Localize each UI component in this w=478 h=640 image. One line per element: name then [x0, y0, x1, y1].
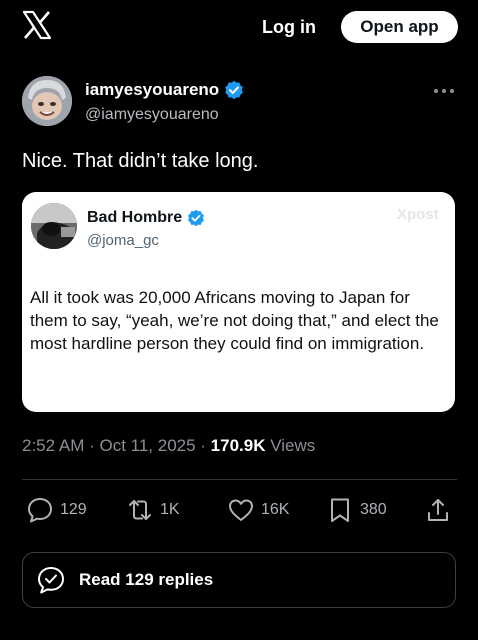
author-handle[interactable]: @iamyesyouareno [85, 106, 219, 124]
verified-badge-icon [225, 80, 243, 100]
heart-icon [229, 499, 253, 521]
repost-icon [129, 500, 151, 520]
bookmark-count: 380 [360, 501, 387, 518]
author-avatar[interactable] [22, 76, 72, 126]
quoted-author-avatar[interactable] [31, 203, 77, 249]
like-count: 16K [261, 501, 290, 518]
post-timestamp[interactable]: 2:52 AM · Oct 11, 2025 · [22, 436, 211, 455]
reply-count: 129 [60, 501, 87, 518]
repost-count: 1K [160, 501, 180, 518]
quoted-author-name-text[interactable]: Bad Hombre [87, 209, 182, 227]
views-count: 170.9K [210, 436, 266, 455]
x-logo-icon[interactable] [22, 10, 52, 40]
post-metadata: 2:52 AM · Oct 11, 2025 · 170.9K Views [22, 436, 315, 456]
more-options-icon[interactable] [432, 86, 456, 96]
bookmark-icon [331, 498, 349, 522]
read-replies-button[interactable]: Read 129 replies [22, 552, 456, 608]
quoted-post-text: All it took was 20,000 Africans moving t… [30, 288, 439, 353]
like-button[interactable]: 16K [227, 496, 289, 524]
author-name-text[interactable]: iamyesyouareno [85, 80, 219, 100]
quoted-avatar-image [31, 203, 77, 249]
login-link[interactable]: Log in [262, 17, 316, 38]
post-text: Nice. That didn’t take long. [22, 150, 259, 172]
action-bar: 129 1K 16K 380 [0, 496, 478, 528]
quoted-watermark: Xpost [397, 206, 439, 223]
replies-bubble-icon [38, 567, 64, 594]
quoted-post-card[interactable]: Bad Hombre @joma_gc Xpost All it took wa… [22, 192, 455, 412]
repost-button[interactable]: 1K [126, 496, 180, 524]
reply-button[interactable]: 129 [26, 496, 87, 524]
share-button[interactable] [424, 496, 452, 524]
author-name[interactable]: iamyesyouareno [85, 80, 244, 100]
quoted-verified-badge-icon [188, 209, 205, 227]
read-replies-label[interactable]: Read 129 replies [79, 570, 213, 590]
reply-bubble-icon [28, 498, 52, 523]
top-bar: Log in Open app [0, 0, 478, 56]
quoted-author-name[interactable]: Bad Hombre [87, 209, 205, 227]
quoted-author-handle[interactable]: @joma_gc [87, 232, 159, 249]
views-label: Views [265, 436, 316, 455]
share-icon [428, 499, 448, 521]
avatar-image [22, 76, 72, 126]
bookmark-button[interactable]: 380 [326, 496, 387, 524]
divider [22, 479, 457, 480]
open-app-button[interactable]: Open app [341, 11, 458, 43]
